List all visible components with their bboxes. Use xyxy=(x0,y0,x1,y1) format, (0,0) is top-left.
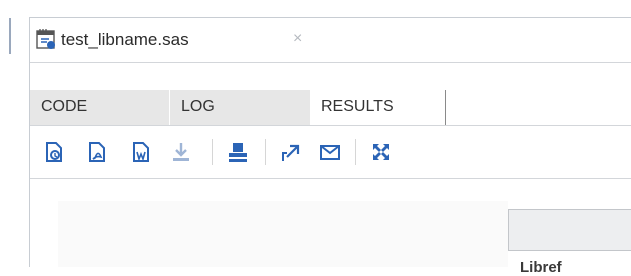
file-tab[interactable]: test_libname.sas × xyxy=(30,18,631,63)
table-rule xyxy=(508,250,631,251)
toolbar-separator xyxy=(265,139,266,165)
file-tab-title: test_libname.sas xyxy=(61,30,189,49)
toolbar-separator xyxy=(212,139,213,165)
close-tab-icon[interactable]: × xyxy=(293,30,302,48)
email-icon[interactable] xyxy=(319,141,341,163)
open-in-new-window-icon[interactable] xyxy=(279,141,301,163)
results-toolbar xyxy=(30,126,631,179)
print-icon[interactable] xyxy=(227,141,249,163)
report-area xyxy=(58,201,508,267)
download-icon[interactable] xyxy=(170,141,192,163)
tab-code[interactable]: CODE xyxy=(30,90,169,125)
download-word-icon[interactable] xyxy=(130,141,152,163)
download-html-icon[interactable] xyxy=(43,141,65,163)
maximize-icon[interactable] xyxy=(370,141,392,163)
tab-log[interactable]: LOG xyxy=(170,90,310,125)
view-tabs: CODE LOG RESULTS xyxy=(30,90,631,126)
gutter-indicator xyxy=(9,18,11,54)
tab-results[interactable]: RESULTS xyxy=(310,90,446,125)
results-content: Libref xyxy=(30,179,631,276)
column-header-libref: Libref xyxy=(520,259,562,276)
sas-program-icon xyxy=(36,29,55,49)
results-panel: test_libname.sas × CODE LOG RESULTS Libr… xyxy=(29,17,631,276)
results-table-header xyxy=(508,209,631,250)
left-gutter xyxy=(0,0,12,266)
download-pdf-icon[interactable] xyxy=(86,141,108,163)
toolbar-separator xyxy=(355,139,356,165)
